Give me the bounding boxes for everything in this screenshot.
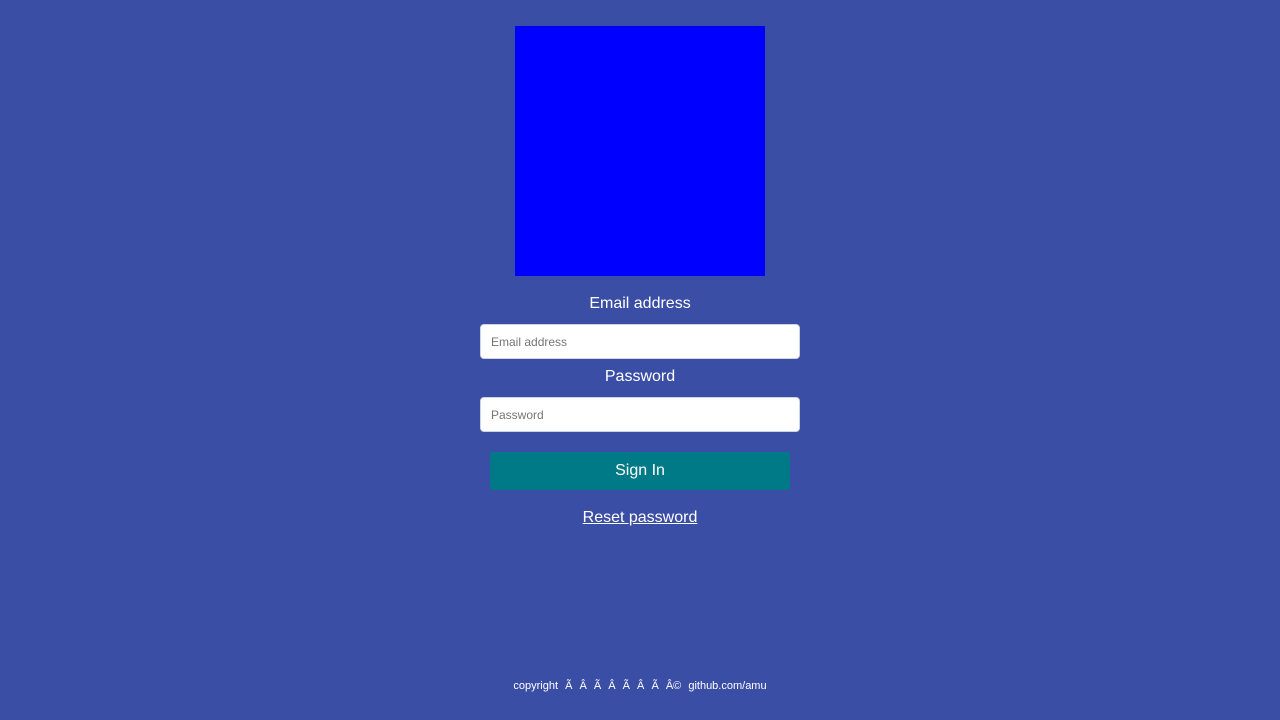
login-page: Email address Password Sign In Reset pas…: [0, 0, 1280, 720]
password-input[interactable]: [480, 397, 800, 432]
email-input[interactable]: [480, 324, 800, 359]
sign-in-button[interactable]: Sign In: [490, 452, 790, 490]
footer-copyright: copyright Ã Â Ã Â Ã Â Ã Â© github.com/am…: [513, 680, 767, 692]
reset-password-link[interactable]: Reset password: [480, 508, 800, 528]
email-label: Email address: [589, 295, 691, 312]
password-label: Password: [604, 368, 676, 385]
logo-image: [515, 26, 765, 276]
